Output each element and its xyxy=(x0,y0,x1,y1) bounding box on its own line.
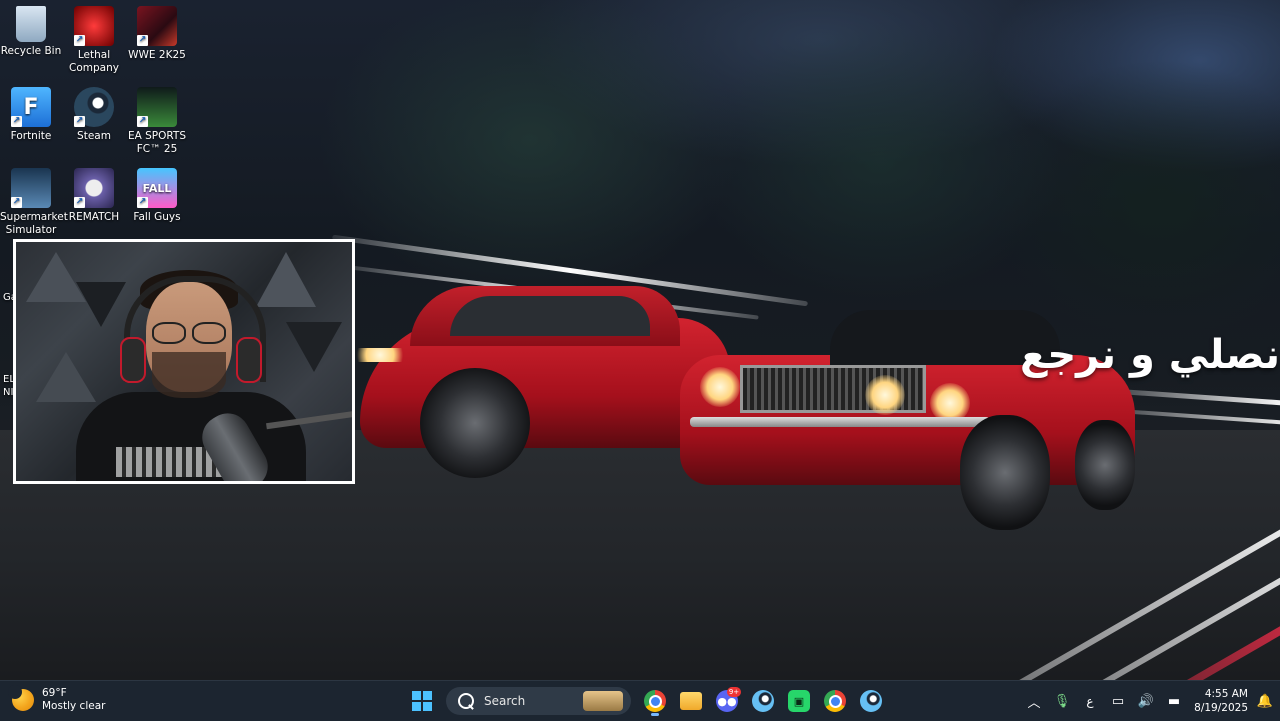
desktop-icon-steam[interactable]: ↗ Steam xyxy=(63,87,125,143)
desktop-icon-label: Fall Guys xyxy=(133,211,181,223)
headset-earcup xyxy=(236,337,262,383)
clock-date: 8/19/2025 xyxy=(1194,702,1248,714)
weather-widget[interactable]: 69°F Mostly clear xyxy=(8,685,106,713)
shortcut-arrow-icon: ↗ xyxy=(11,116,22,127)
shortcut-arrow-icon: ↗ xyxy=(74,197,85,208)
steam-icon xyxy=(860,690,882,712)
wwe-icon: ↗ xyxy=(137,6,177,46)
shortcut-arrow-icon: ↗ xyxy=(74,116,85,127)
shortcut-arrow-icon: ↗ xyxy=(137,35,148,46)
chrome-icon xyxy=(824,690,846,712)
notification-bell-icon[interactable]: 🔔 xyxy=(1254,681,1276,721)
system-tray: ︿ 🎙 ع ▭ 🔊 ▬ 4:55 AM 8/19/2025 🔔 xyxy=(1020,681,1280,721)
taskbar-app-chrome-alt[interactable] xyxy=(817,685,853,717)
taskbar-search[interactable]: Search xyxy=(446,687,631,715)
taskbar-app-file-explorer[interactable] xyxy=(673,685,709,717)
desktop-icon-rematch[interactable]: ↗ REMATCH xyxy=(63,168,125,224)
desktop-icon-recycle-bin[interactable]: Recycle Bin xyxy=(0,6,62,58)
search-icon xyxy=(458,693,474,709)
shortcut-arrow-icon: ↗ xyxy=(137,116,148,127)
taskbar-app-steam-alt[interactable] xyxy=(853,685,889,717)
network-icon[interactable]: ▭ xyxy=(1104,681,1132,721)
desktop-icon-label: Recycle Bin xyxy=(0,45,62,57)
fc25-icon: ↗ xyxy=(137,87,177,127)
fortnite-icon: F ↗ xyxy=(11,87,51,127)
lethal-company-icon: ↗ xyxy=(74,6,114,46)
desktop-icon-label: Lethal Company xyxy=(69,49,119,74)
headset-earcup xyxy=(120,337,146,383)
partial-desktop-label: NI xyxy=(3,387,14,398)
steam-icon xyxy=(752,690,774,712)
desktop-icon-label: REMATCH xyxy=(68,211,120,223)
weather-moon-icon xyxy=(8,685,34,711)
desktop-icon-ea-fc25[interactable]: ↗ EA SPORTS FC™ 25 xyxy=(126,87,188,156)
steam-icon: ↗ xyxy=(74,87,114,127)
language-indicator[interactable]: ع xyxy=(1076,681,1104,721)
chevron-up-icon[interactable]: ︿ xyxy=(1020,681,1048,721)
clock-time: 4:55 AM xyxy=(1204,688,1248,700)
taskbar-center: Search ●● 9+ ▣ xyxy=(404,685,889,717)
shortcut-arrow-icon: ↗ xyxy=(137,197,148,208)
battery-icon[interactable]: ▬ xyxy=(1160,681,1188,721)
windows-logo-icon xyxy=(412,691,432,711)
taskbar-clock[interactable]: 4:55 AM 8/19/2025 xyxy=(1188,687,1248,715)
desktop-icon-supermarket-simulator[interactable]: ↗ Supermarket Simulator xyxy=(0,168,68,237)
fall-guys-icon: FALL ↗ xyxy=(137,168,177,208)
desktop-icon-label: WWE 2K25 xyxy=(128,49,186,61)
shortcut-arrow-icon: ↗ xyxy=(11,197,22,208)
recycle-bin-icon xyxy=(16,6,46,42)
desktop-icon-label: Fortnite xyxy=(10,130,52,142)
desktop-icon-label: Supermarket Simulator xyxy=(0,211,68,236)
desktop-icon-fall-guys[interactable]: FALL ↗ Fall Guys xyxy=(126,168,188,224)
webcam-overlay xyxy=(13,239,355,484)
taskbar-app-discord[interactable]: ●● 9+ xyxy=(709,685,745,717)
desktop-icon-wwe-2k25[interactable]: ↗ WWE 2K25 xyxy=(126,6,188,62)
desktop-icon-lethal-company[interactable]: ↗ Lethal Company xyxy=(63,6,125,75)
search-label: Search xyxy=(484,694,526,708)
weather-condition: Mostly clear xyxy=(42,700,106,712)
desktop-icon-fortnite[interactable]: F ↗ Fortnite xyxy=(0,87,62,143)
desktop-icon-label: EA SPORTS FC™ 25 xyxy=(127,130,187,155)
taskbar-app-green[interactable]: ▣ xyxy=(781,685,817,717)
supermarket-icon: ↗ xyxy=(11,168,51,208)
green-app-icon: ▣ xyxy=(788,690,810,712)
search-highlight-image xyxy=(583,691,623,711)
shortcut-arrow-icon: ↗ xyxy=(74,35,85,46)
chrome-icon xyxy=(644,690,666,712)
taskbar: 69°F Mostly clear Search ●● 9+ ▣ ︿ 🎙 ع ▭… xyxy=(0,680,1280,721)
desktop-icon-label: Steam xyxy=(77,130,111,142)
wallpaper-arabic-text: نصلي و نرجع xyxy=(1020,332,1280,378)
volume-icon[interactable]: 🔊 xyxy=(1132,681,1160,721)
notification-badge: 9+ xyxy=(727,687,741,697)
microphone-icon[interactable]: 🎙 xyxy=(1048,681,1076,721)
taskbar-app-chrome[interactable] xyxy=(637,685,673,717)
start-button[interactable] xyxy=(404,685,440,717)
taskbar-app-steam[interactable] xyxy=(745,685,781,717)
weather-temperature: 69°F xyxy=(42,687,67,699)
rematch-icon: ↗ xyxy=(74,168,114,208)
folder-icon xyxy=(680,692,702,710)
